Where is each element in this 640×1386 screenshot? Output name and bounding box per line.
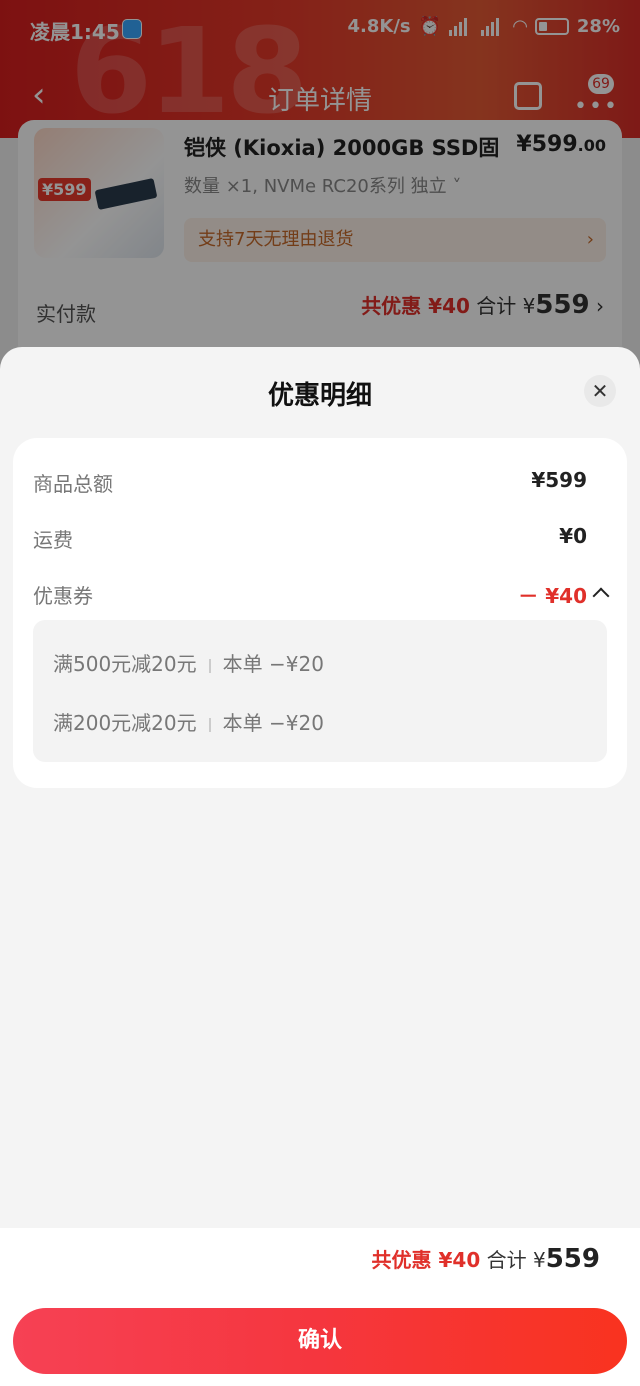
summary-text: 共优惠 ¥40 合计 ¥559 bbox=[372, 1244, 600, 1274]
confirm-button[interactable]: 确认 bbox=[13, 1308, 627, 1374]
row-label: 商品总额 bbox=[33, 472, 113, 496]
close-button[interactable]: ✕ bbox=[584, 375, 616, 407]
coupon-name: 满500元减20元 bbox=[53, 652, 197, 676]
summary-total-label: 合计 ¥ bbox=[480, 1248, 546, 1272]
discount-detail-card: 商品总额 ¥599 运费 ¥0 优惠券 － ¥40 满500元减20元本单 −¥… bbox=[13, 438, 627, 788]
divider bbox=[208, 717, 211, 732]
coupon-amount: 本单 −¥20 bbox=[222, 652, 324, 676]
row-value: － ¥40 bbox=[518, 584, 587, 608]
row-shipping: 运费 ¥0 bbox=[33, 524, 607, 554]
coupon-list: 满500元减20元 本单 −¥20 满200元减20元 本单 −¥20 bbox=[33, 620, 607, 762]
row-value: ¥0 bbox=[559, 524, 587, 548]
row-label: 优惠券 bbox=[33, 584, 93, 608]
summary-bar: 共优惠 ¥40 合计 ¥559 bbox=[0, 1228, 640, 1300]
sheet-title: 优惠明细 bbox=[267, 381, 372, 411]
coupon-name: 满200元减20元 bbox=[53, 711, 197, 735]
row-value: ¥599 bbox=[531, 468, 587, 492]
summary-discount: 共优惠 ¥40 bbox=[371, 1248, 481, 1272]
coupon-item: 满200元减20元 本单 −¥20 bbox=[53, 707, 324, 736]
row-coupon[interactable]: 优惠券 － ¥40 bbox=[33, 580, 610, 610]
coupon-amount: 本单 −¥20 bbox=[222, 711, 324, 735]
coupon-item: 满500元减20元 本单 −¥20 bbox=[53, 648, 324, 677]
summary-total: 559 bbox=[545, 1244, 600, 1274]
close-icon: ✕ bbox=[591, 379, 609, 403]
chevron-up-icon[interactable] bbox=[592, 587, 610, 605]
discount-detail-sheet: 优惠明细 ✕ 商品总额 ¥599 运费 ¥0 优惠券 － ¥40 满500元减2… bbox=[0, 347, 640, 1386]
row-goods-total: 商品总额 ¥599 bbox=[33, 468, 607, 498]
row-label: 运费 bbox=[33, 528, 73, 552]
divider bbox=[208, 658, 211, 673]
